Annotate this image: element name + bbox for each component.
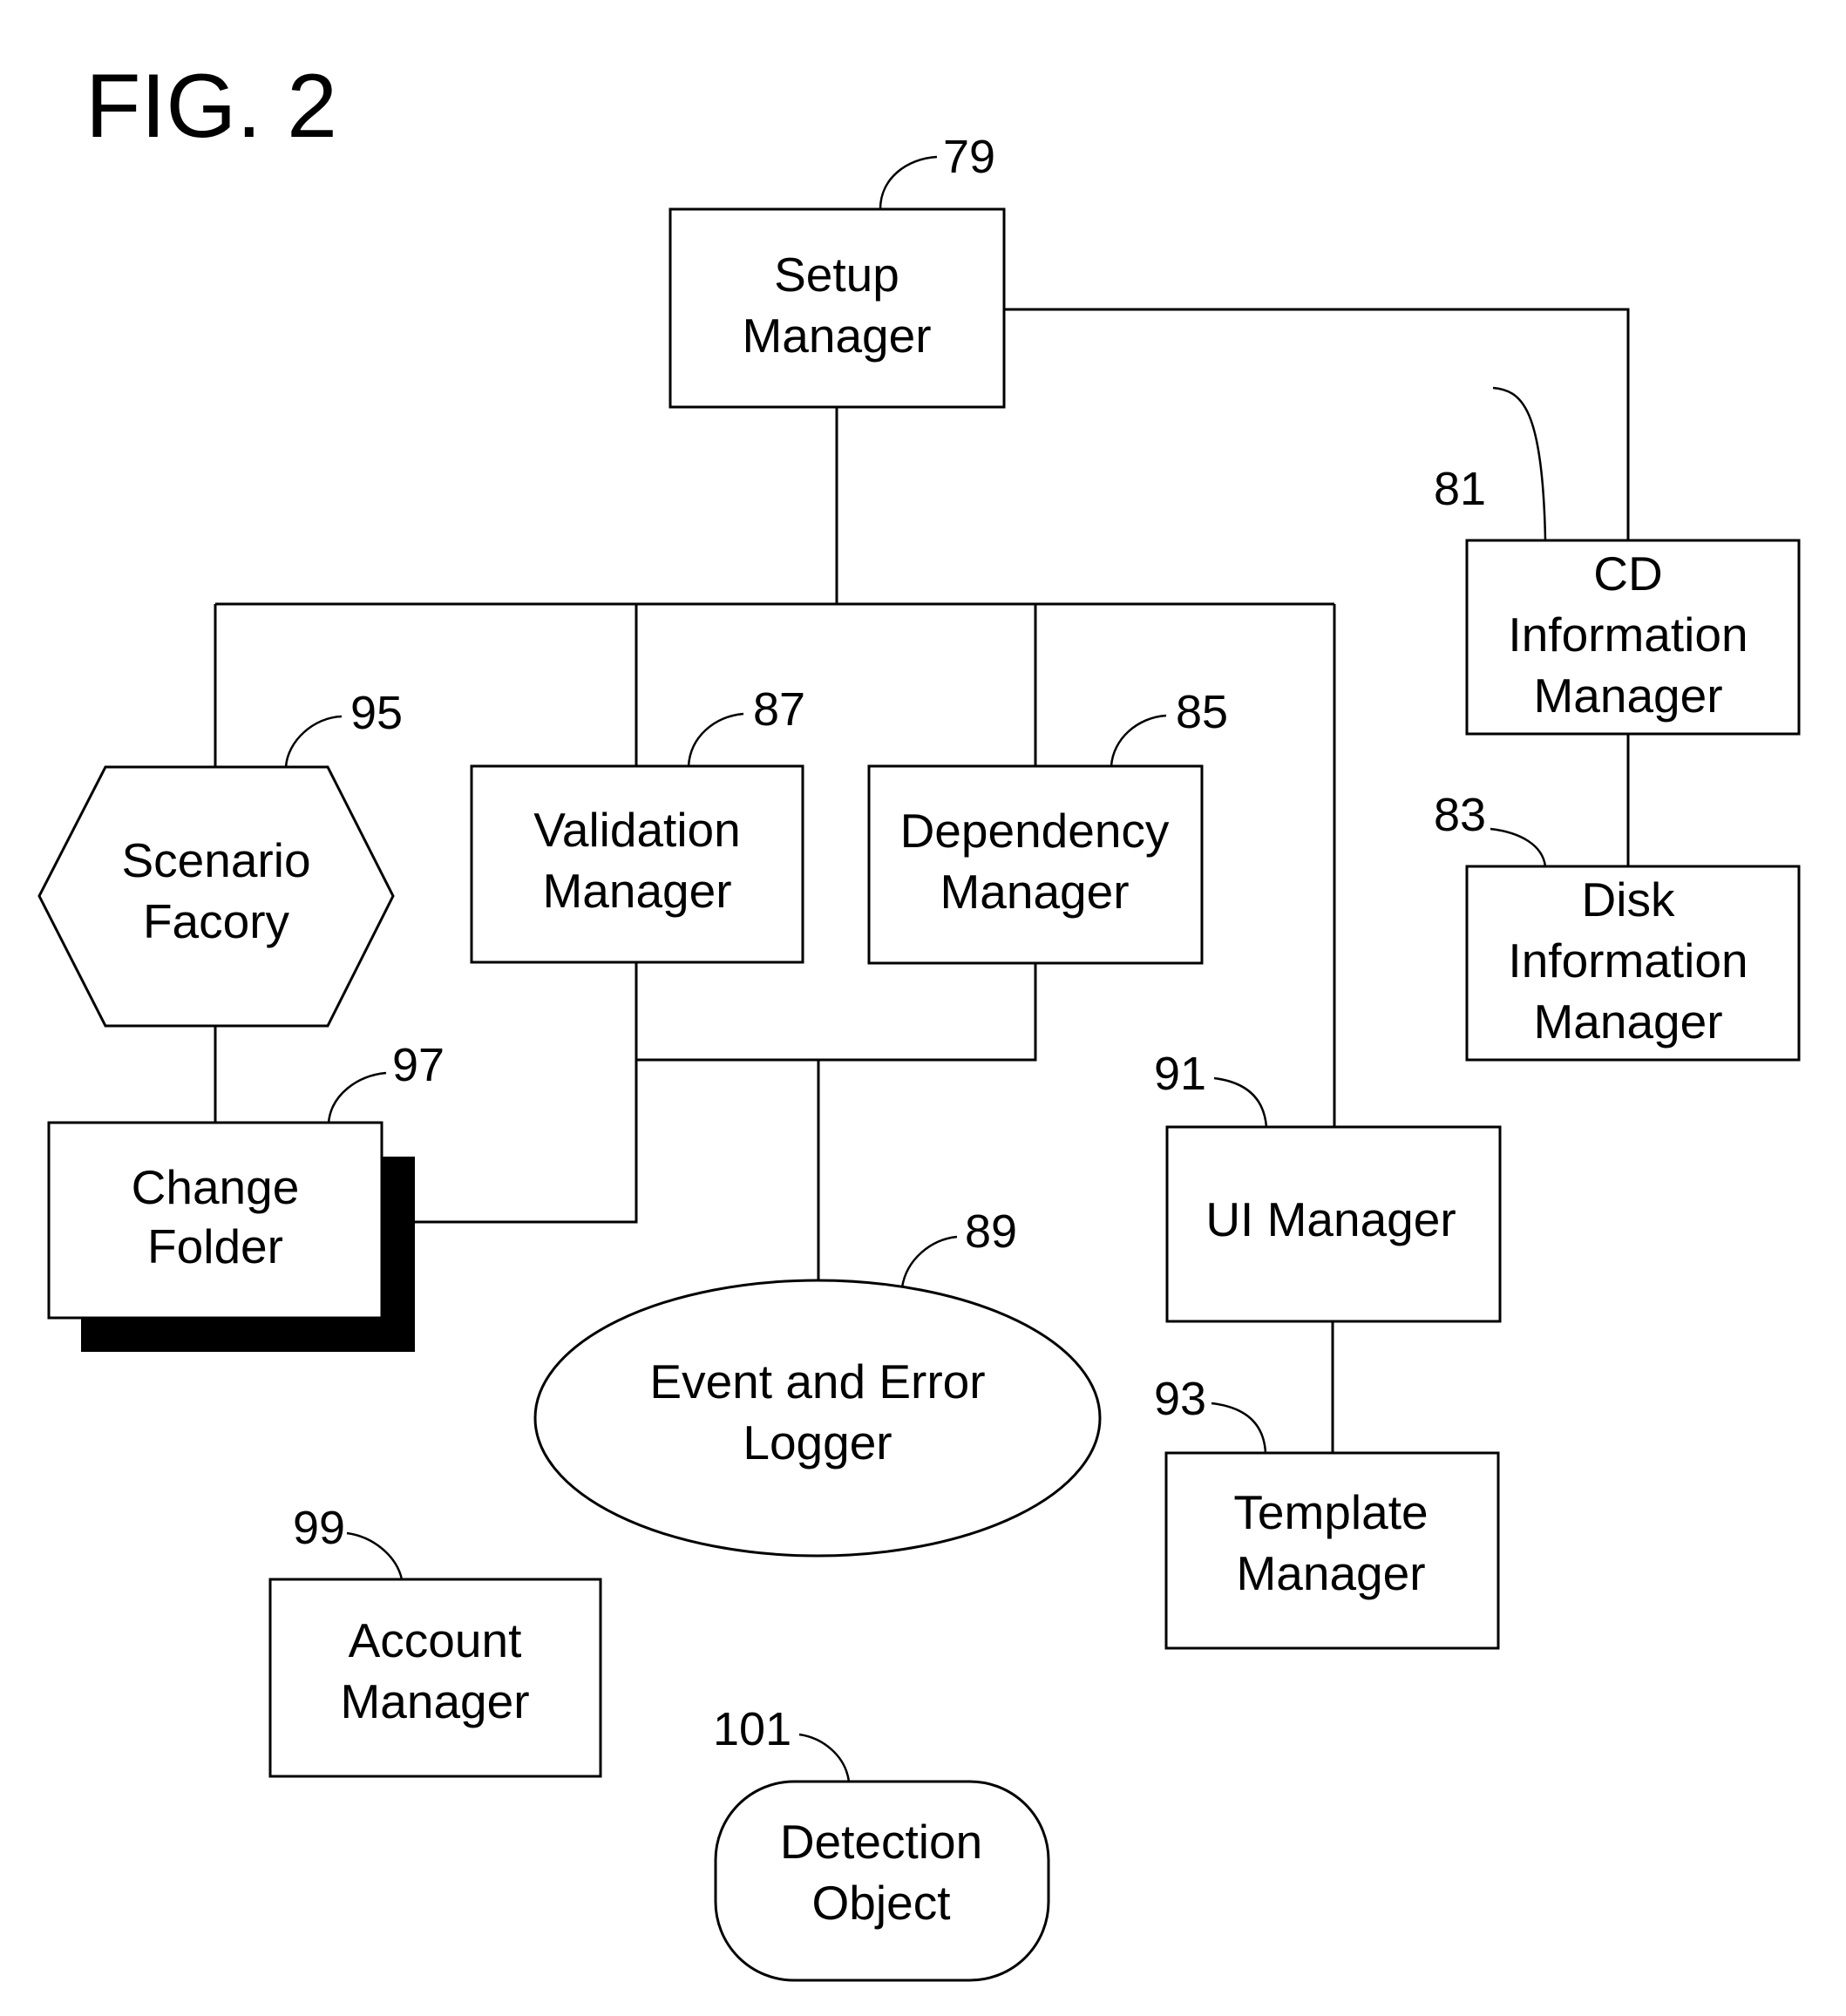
account-manager-ref-leader xyxy=(346,1531,404,1580)
node-disk-information-manager[interactable]: Disk Information Manager 83 xyxy=(1434,789,1801,1062)
connector-setup-to-cd xyxy=(1004,308,1630,540)
ui-manager-ref: 91 xyxy=(1154,1048,1206,1100)
setup-manager-ref-leader xyxy=(879,155,938,210)
node-detection-object[interactable]: Detection Object 101 xyxy=(713,1703,1050,1982)
template-manager-ref: 93 xyxy=(1154,1373,1206,1425)
node-change-folder[interactable]: Change Folder 97 xyxy=(47,1039,445,1352)
change-folder-ref-leader xyxy=(327,1071,387,1123)
node-validation-manager[interactable]: Validation Manager 87 xyxy=(470,683,805,964)
event-error-logger-ref: 89 xyxy=(965,1205,1017,1258)
change-folder-ref: 97 xyxy=(392,1039,445,1091)
ui-manager-label-line1: UI Manager xyxy=(1205,1192,1456,1246)
dependency-manager-ref-leader xyxy=(1110,714,1167,767)
template-manager-ref-leader xyxy=(1211,1402,1267,1454)
detection-object-label-line1: Detection xyxy=(780,1815,982,1869)
detection-object-label-line2: Object xyxy=(812,1876,951,1930)
setup-manager-label-line2: Manager xyxy=(742,309,931,363)
disk-information-manager-label-line1: Disk xyxy=(1582,872,1675,927)
detection-object-ref-leader xyxy=(798,1733,851,1782)
cd-information-manager-ref: 81 xyxy=(1434,463,1486,515)
connector-validation-dependency-join xyxy=(636,963,1037,1062)
change-folder-label-line2: Folder xyxy=(147,1219,283,1273)
disk-information-manager-label-line2: Information xyxy=(1508,933,1748,988)
account-manager-label-line2: Manager xyxy=(340,1674,529,1728)
validation-manager-label-line1: Validation xyxy=(533,803,740,857)
cd-information-manager-label-line1: CD xyxy=(1593,546,1662,601)
node-setup-manager[interactable]: Setup Manager 79 xyxy=(668,131,1006,409)
node-scenario-factory[interactable]: Scenario Facory 95 xyxy=(37,687,403,1028)
validation-manager-ref-leader xyxy=(687,712,744,767)
event-error-logger-label-line2: Logger xyxy=(743,1415,892,1470)
cd-information-manager-label-line2: Information xyxy=(1508,608,1748,662)
node-cd-information-manager[interactable]: CD Information Manager 81 xyxy=(1434,386,1801,736)
scenario-factory-ref-leader xyxy=(284,715,343,768)
node-ui-manager[interactable]: UI Manager 91 xyxy=(1154,1048,1502,1323)
ui-manager-ref-leader xyxy=(1213,1076,1268,1128)
node-template-manager[interactable]: Template Manager 93 xyxy=(1154,1373,1500,1650)
figure-title: FIG. 2 xyxy=(85,56,337,157)
detection-object-ref: 101 xyxy=(713,1703,791,1755)
validation-manager-label-line2: Manager xyxy=(542,864,731,918)
event-error-logger-label-line1: Event and Error xyxy=(649,1354,985,1408)
setup-manager-label-line1: Setup xyxy=(774,248,899,302)
scenario-factory-label-line1: Scenario xyxy=(121,833,310,887)
change-folder-label-line1: Change xyxy=(132,1160,300,1214)
account-manager-ref: 99 xyxy=(293,1502,345,1554)
node-account-manager[interactable]: Account Manager 99 xyxy=(268,1502,602,1778)
template-manager-label-line2: Manager xyxy=(1236,1546,1425,1600)
event-error-logger-ref-leader xyxy=(900,1235,958,1288)
cd-information-manager-label-line3: Manager xyxy=(1533,669,1722,723)
cd-information-manager-ref-leader xyxy=(1492,386,1547,541)
scenario-factory-label-line2: Facory xyxy=(143,894,290,948)
diagram-canvas: FIG. 2 Setup Manager 79 CD Information M… xyxy=(37,56,1801,1982)
disk-information-manager-label-line3: Manager xyxy=(1533,994,1722,1049)
validation-manager-ref: 87 xyxy=(753,683,805,736)
template-manager-label-line1: Template xyxy=(1233,1485,1428,1539)
account-manager-label-line1: Account xyxy=(349,1613,522,1667)
connector-validation-to-change xyxy=(415,962,638,1224)
scenario-factory-ref: 95 xyxy=(350,687,403,739)
node-dependency-manager[interactable]: Dependency Manager 85 xyxy=(867,686,1228,965)
disk-information-manager-ref-leader xyxy=(1490,827,1547,867)
dependency-manager-ref: 85 xyxy=(1176,686,1228,738)
disk-information-manager-ref: 83 xyxy=(1434,789,1486,841)
dependency-manager-label-line1: Dependency xyxy=(900,804,1170,858)
setup-manager-ref: 79 xyxy=(943,131,995,183)
dependency-manager-label-line2: Manager xyxy=(940,865,1129,919)
